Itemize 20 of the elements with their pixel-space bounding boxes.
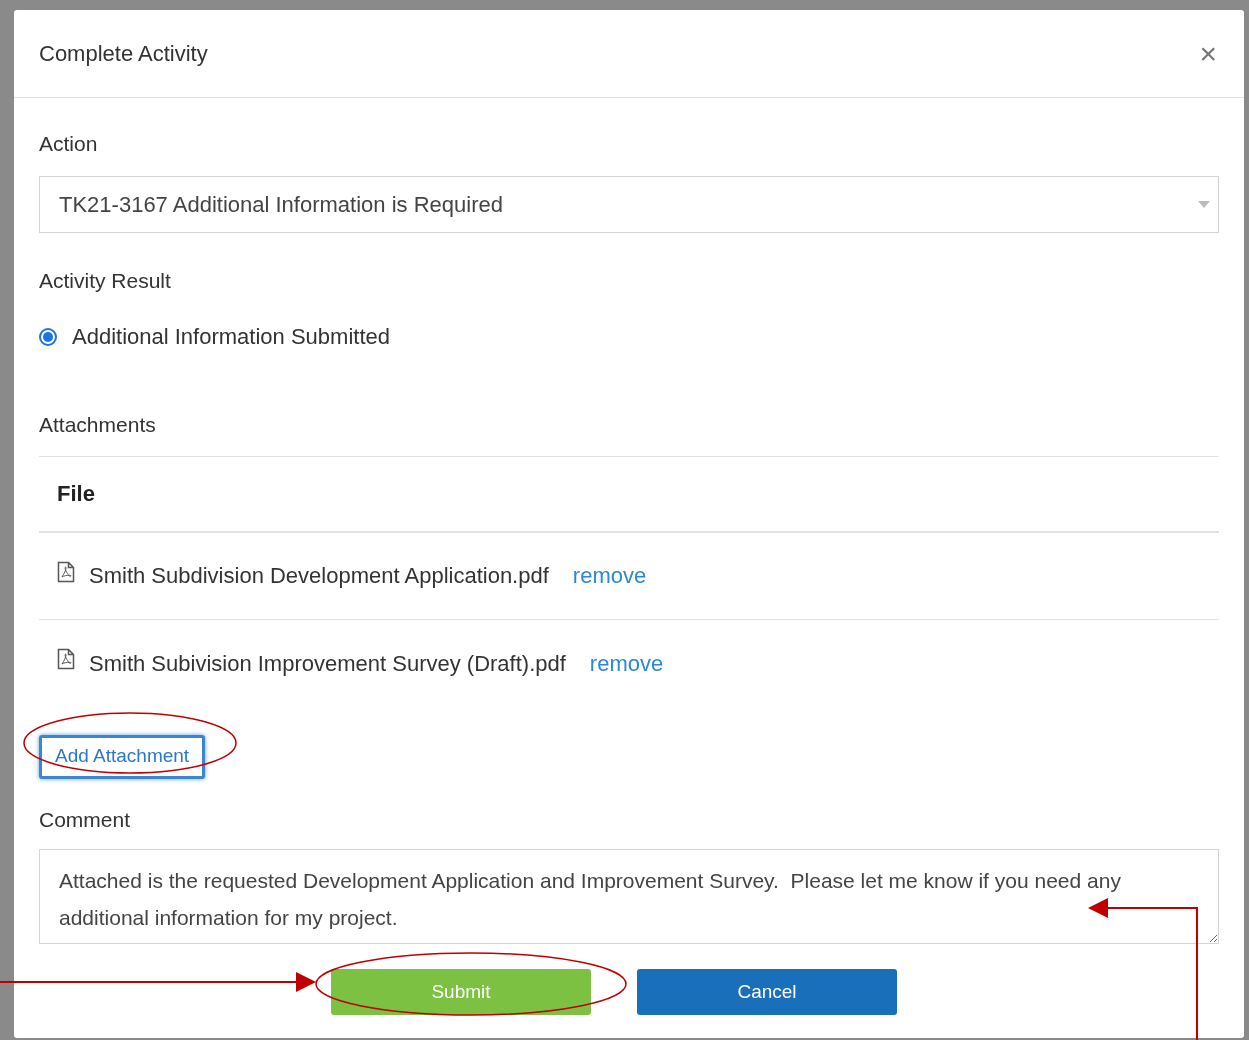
column-header: File: [57, 480, 95, 508]
add-attachment-button[interactable]: Add Attachment: [39, 734, 206, 779]
radio-label: Additional Information Submitted: [72, 323, 390, 351]
close-button[interactable]: ×: [1199, 38, 1219, 69]
cancel-button[interactable]: Cancel: [637, 969, 897, 1015]
pdf-file-icon: [57, 648, 75, 670]
pdf-file-icon: [57, 560, 75, 583]
remove-link[interactable]: remove: [589, 646, 664, 680]
radio-button[interactable]: [39, 327, 57, 346]
field-label: Action: [39, 131, 99, 157]
file-name: Smith Subivision Improvement Survey (Draft).pdf: [89, 649, 566, 678]
section-label: Attachments: [39, 412, 157, 438]
field-label: Comment: [39, 806, 132, 833]
dropdown-caret-icon: [1198, 200, 1210, 208]
file-name: Smith Subdivision Development Application.pdf: [89, 562, 549, 590]
field-label: Activity Result: [39, 267, 172, 294]
action-select[interactable]: TK21-3167 Additional Information is Required: [39, 175, 1219, 233]
remove-link[interactable]: remove: [572, 559, 647, 592]
dialog-title: Complete Activity: [39, 40, 208, 68]
comment-field[interactable]: Attached is the requested Development Application and Improvement Survey. Please let me know if you need any additional information for my project.: [39, 849, 1219, 944]
